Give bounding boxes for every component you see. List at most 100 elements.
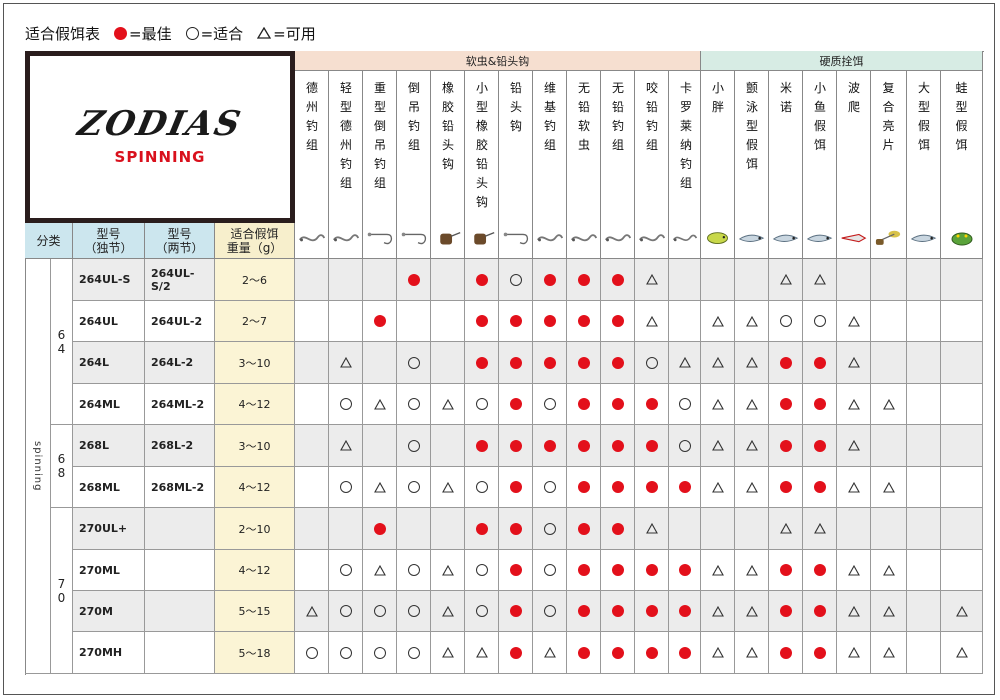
ok-triangle-icon [711, 440, 724, 451]
rating-cell [363, 508, 397, 550]
best-dot-icon [678, 605, 691, 617]
rating-cell [533, 591, 567, 632]
rating-cell [635, 467, 669, 508]
frog-lure-icon [943, 223, 980, 255]
rating-cell [601, 508, 635, 550]
rating-cell [363, 467, 397, 508]
rating-cell [329, 425, 363, 467]
rating-cell [769, 467, 803, 508]
rating-cell [431, 342, 465, 384]
best-dot-icon [373, 522, 386, 535]
rating-cell [499, 384, 533, 425]
rating-cell [397, 301, 431, 342]
best-dot-icon [779, 398, 792, 410]
good-circle-icon [678, 398, 691, 410]
best-dot-icon [813, 605, 826, 617]
rating-cell [329, 632, 363, 674]
category-cell: spinning [25, 259, 51, 674]
legend-ok: =可用 [273, 24, 316, 43]
best-dot-icon [779, 481, 792, 493]
rating-cell [397, 467, 431, 508]
group-hard-bait: 硬质拴饵 [701, 51, 983, 71]
lure-column-label: 德州钓组 [306, 81, 319, 152]
lure-column-label: 维基钓组 [544, 81, 557, 152]
lure-column-header: 维基钓组 [533, 71, 567, 259]
lure-weight: 3～10 [215, 425, 295, 467]
rating-cell [363, 425, 397, 467]
ok-triangle-icon [711, 398, 724, 410]
lure-weight: 4～12 [215, 467, 295, 508]
ok-triangle-icon [745, 481, 758, 493]
ok-triangle-icon [645, 274, 658, 285]
rating-cell [803, 425, 837, 467]
lure-column-label: 复合亮片 [882, 81, 895, 152]
rating-cell [601, 632, 635, 674]
legend-title: 适合假饵表 [25, 24, 101, 43]
rating-cell [871, 301, 907, 342]
rating-cell [567, 384, 601, 425]
rating-cell [803, 384, 837, 425]
ok-triangle-icon [847, 564, 860, 576]
best-dot-icon [373, 315, 386, 327]
model-single: 270ML [73, 550, 145, 591]
rating-cell [871, 467, 907, 508]
no-sinker-rig-icon [603, 223, 632, 255]
rating-cell [329, 508, 363, 550]
good-circle-icon [407, 605, 420, 617]
good-circle-icon [779, 315, 792, 327]
rating-cell [397, 342, 431, 384]
rating-cell [363, 342, 397, 384]
rating-cell [295, 591, 329, 632]
rating-cell [941, 550, 983, 591]
rating-cell [837, 342, 871, 384]
rating-cell [735, 384, 769, 425]
good-circle-icon [407, 646, 420, 659]
rating-cell [533, 550, 567, 591]
model-two-piece: 264L-2 [145, 342, 215, 384]
model-single: 268ML [73, 467, 145, 508]
series-code: 6 8 [51, 425, 73, 508]
rating-cell [769, 632, 803, 674]
good-circle-icon [373, 646, 386, 659]
rating-cell [499, 467, 533, 508]
best-dot-icon [611, 522, 624, 535]
rubber-jig-icon [433, 223, 462, 255]
ok-triangle-icon [745, 440, 758, 451]
rating-cell [837, 591, 871, 632]
best-dot-icon [779, 646, 792, 659]
ok-triangle-icon [339, 357, 352, 368]
jighead-icon [501, 223, 530, 255]
light-texas-rig-icon [331, 223, 360, 255]
lure-column-header: 米诺 [769, 71, 803, 259]
rating-cell [499, 550, 533, 591]
rating-cell [431, 384, 465, 425]
rating-cell [601, 467, 635, 508]
rating-cell [329, 259, 363, 301]
rating-cell [567, 259, 601, 301]
best-dot-icon [813, 646, 826, 659]
best-dot-icon [509, 439, 522, 452]
rating-cell [735, 632, 769, 674]
good-circle-icon [543, 398, 556, 410]
model-two-piece: 264ML-2 [145, 384, 215, 425]
lure-column-header: 无铅软虫 [567, 71, 601, 259]
rating-cell [941, 591, 983, 632]
rating-cell [769, 508, 803, 550]
ok-triangle-icon [847, 440, 860, 451]
lure-column-label: 轻型德州钓组 [340, 81, 353, 190]
model-two-piece [145, 550, 215, 591]
ok-triangle-icon [847, 605, 860, 617]
ok-triangle-icon [339, 440, 352, 451]
model-two-piece: 264UL-2 [145, 301, 215, 342]
ok-triangle-icon [745, 564, 758, 576]
shad-lure-icon [737, 223, 766, 255]
rating-cell [295, 342, 329, 384]
lure-column-header: 德州钓组 [295, 71, 329, 259]
good-circle-icon [339, 605, 352, 617]
rating-cell [837, 550, 871, 591]
lure-column-label: 波爬 [848, 81, 861, 114]
legend-good: =适合 [200, 24, 244, 43]
lure-column-label: 小型橡胶铅头钩 [476, 81, 489, 209]
rating-cell [735, 425, 769, 467]
rating-cell [465, 632, 499, 674]
